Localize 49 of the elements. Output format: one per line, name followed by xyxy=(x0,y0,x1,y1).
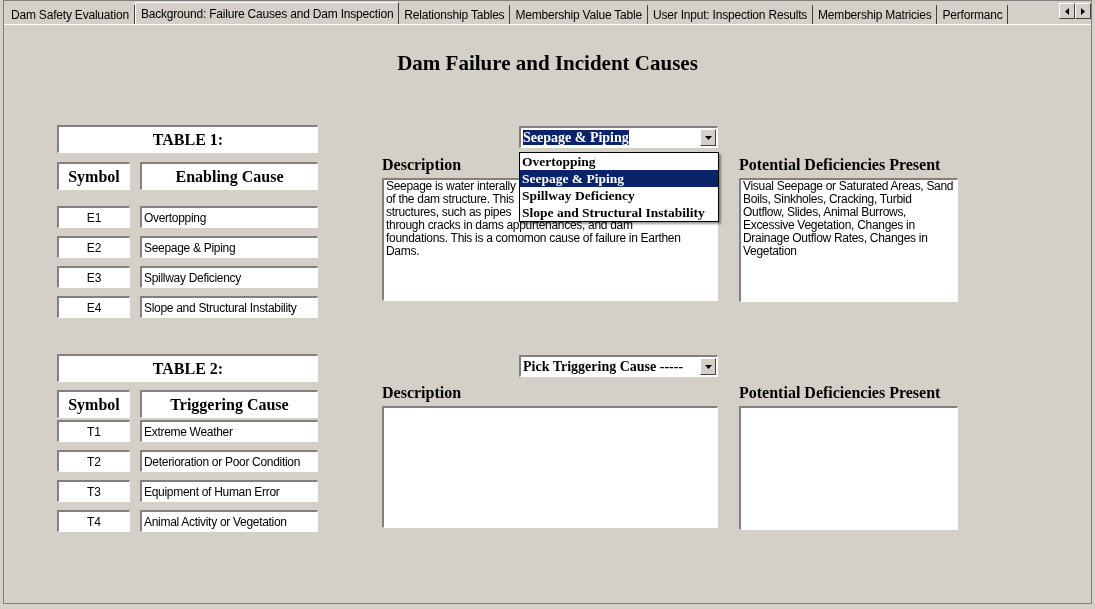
sheet-tab[interactable]: Background: Failure Causes and Dam Inspection xyxy=(134,2,400,24)
description-line: through cracks in dams appurtenances, and dam xyxy=(386,219,633,232)
deficiencies-label: Potential Deficiencies Present xyxy=(739,384,942,402)
cause-cell: Extreme Weather xyxy=(140,420,318,442)
dropdown-option[interactable]: Seepage & Piping xyxy=(520,170,718,187)
dropdown-arrow-button[interactable] xyxy=(700,129,716,146)
cause-cell: Spillway Deficiency xyxy=(140,266,318,288)
dropdown-arrow-button[interactable] xyxy=(700,358,716,375)
symbol-cell: T4 xyxy=(57,510,130,532)
cause-dropdown[interactable]: Seepage & Piping xyxy=(519,126,718,148)
caret-icon xyxy=(704,135,712,140)
cause-cell: Animal Activity or Vegetation xyxy=(140,510,318,532)
scroll-left-button[interactable] xyxy=(1059,3,1075,19)
description-line: structures, such as pipes xyxy=(386,206,512,219)
symbol-cell: T1 xyxy=(57,420,130,442)
description-label: Description xyxy=(382,384,462,402)
left-arrow-icon xyxy=(1065,7,1069,15)
symbol-cell: T3 xyxy=(57,480,130,502)
description-line: Dams. xyxy=(386,245,420,258)
symbol-cell: E3 xyxy=(57,266,130,288)
cause-dropdown[interactable]: Pick Triggering Cause ----- xyxy=(519,355,718,377)
description-line: foundations. This is a comomon cause of failure in Earthen xyxy=(386,232,681,245)
dropdown-option[interactable]: Overtopping xyxy=(520,153,718,170)
deficiencies-label: Potential Deficiencies Present xyxy=(739,156,942,174)
table-title: TABLE 1: xyxy=(57,125,318,153)
dropdown-option[interactable]: Spillway Deficiency xyxy=(520,187,718,204)
description-line: Seepage is water interally xyxy=(386,180,516,193)
cause-cell: Deterioration or Poor Condition xyxy=(140,450,318,472)
table-title: TABLE 2: xyxy=(57,354,318,382)
description-line: of the dam structure. This xyxy=(386,193,515,206)
cause-cell: Equipment of Human Error xyxy=(140,480,318,502)
symbol-cell: T2 xyxy=(57,450,130,472)
symbol-cell: E1 xyxy=(57,206,130,228)
description-label: Description xyxy=(382,156,462,174)
symbol-cell: E2 xyxy=(57,236,130,258)
symbol-cell: E4 xyxy=(57,296,130,318)
scroll-right-button[interactable] xyxy=(1075,3,1091,19)
right-arrow-icon xyxy=(1081,7,1085,15)
cause-cell: Slope and Structural Instability xyxy=(140,296,318,318)
column-header: Symbol xyxy=(57,162,130,190)
column-header: Triggering Cause xyxy=(140,390,318,418)
column-header: Enabling Cause xyxy=(140,162,318,190)
deficiencies-text: Visual Seepage or Saturated Areas, Sand Boils, Sinkholes, Cracking, Turbid Outflow, Slides, Animal Burrows, Excessive Vegetation, Changes in Drainage Outflow Rates, Changes in Vegetation xyxy=(743,180,955,258)
cause-cell: Overtopping xyxy=(140,206,318,228)
page-title: Dam Failure and Incident Causes xyxy=(397,51,698,75)
column-header: Symbol xyxy=(57,390,130,418)
dropdown-option[interactable]: Slope and Structural Instability xyxy=(520,204,718,221)
caret-icon xyxy=(704,364,712,369)
cause-cell: Seepage & Piping xyxy=(140,236,318,258)
